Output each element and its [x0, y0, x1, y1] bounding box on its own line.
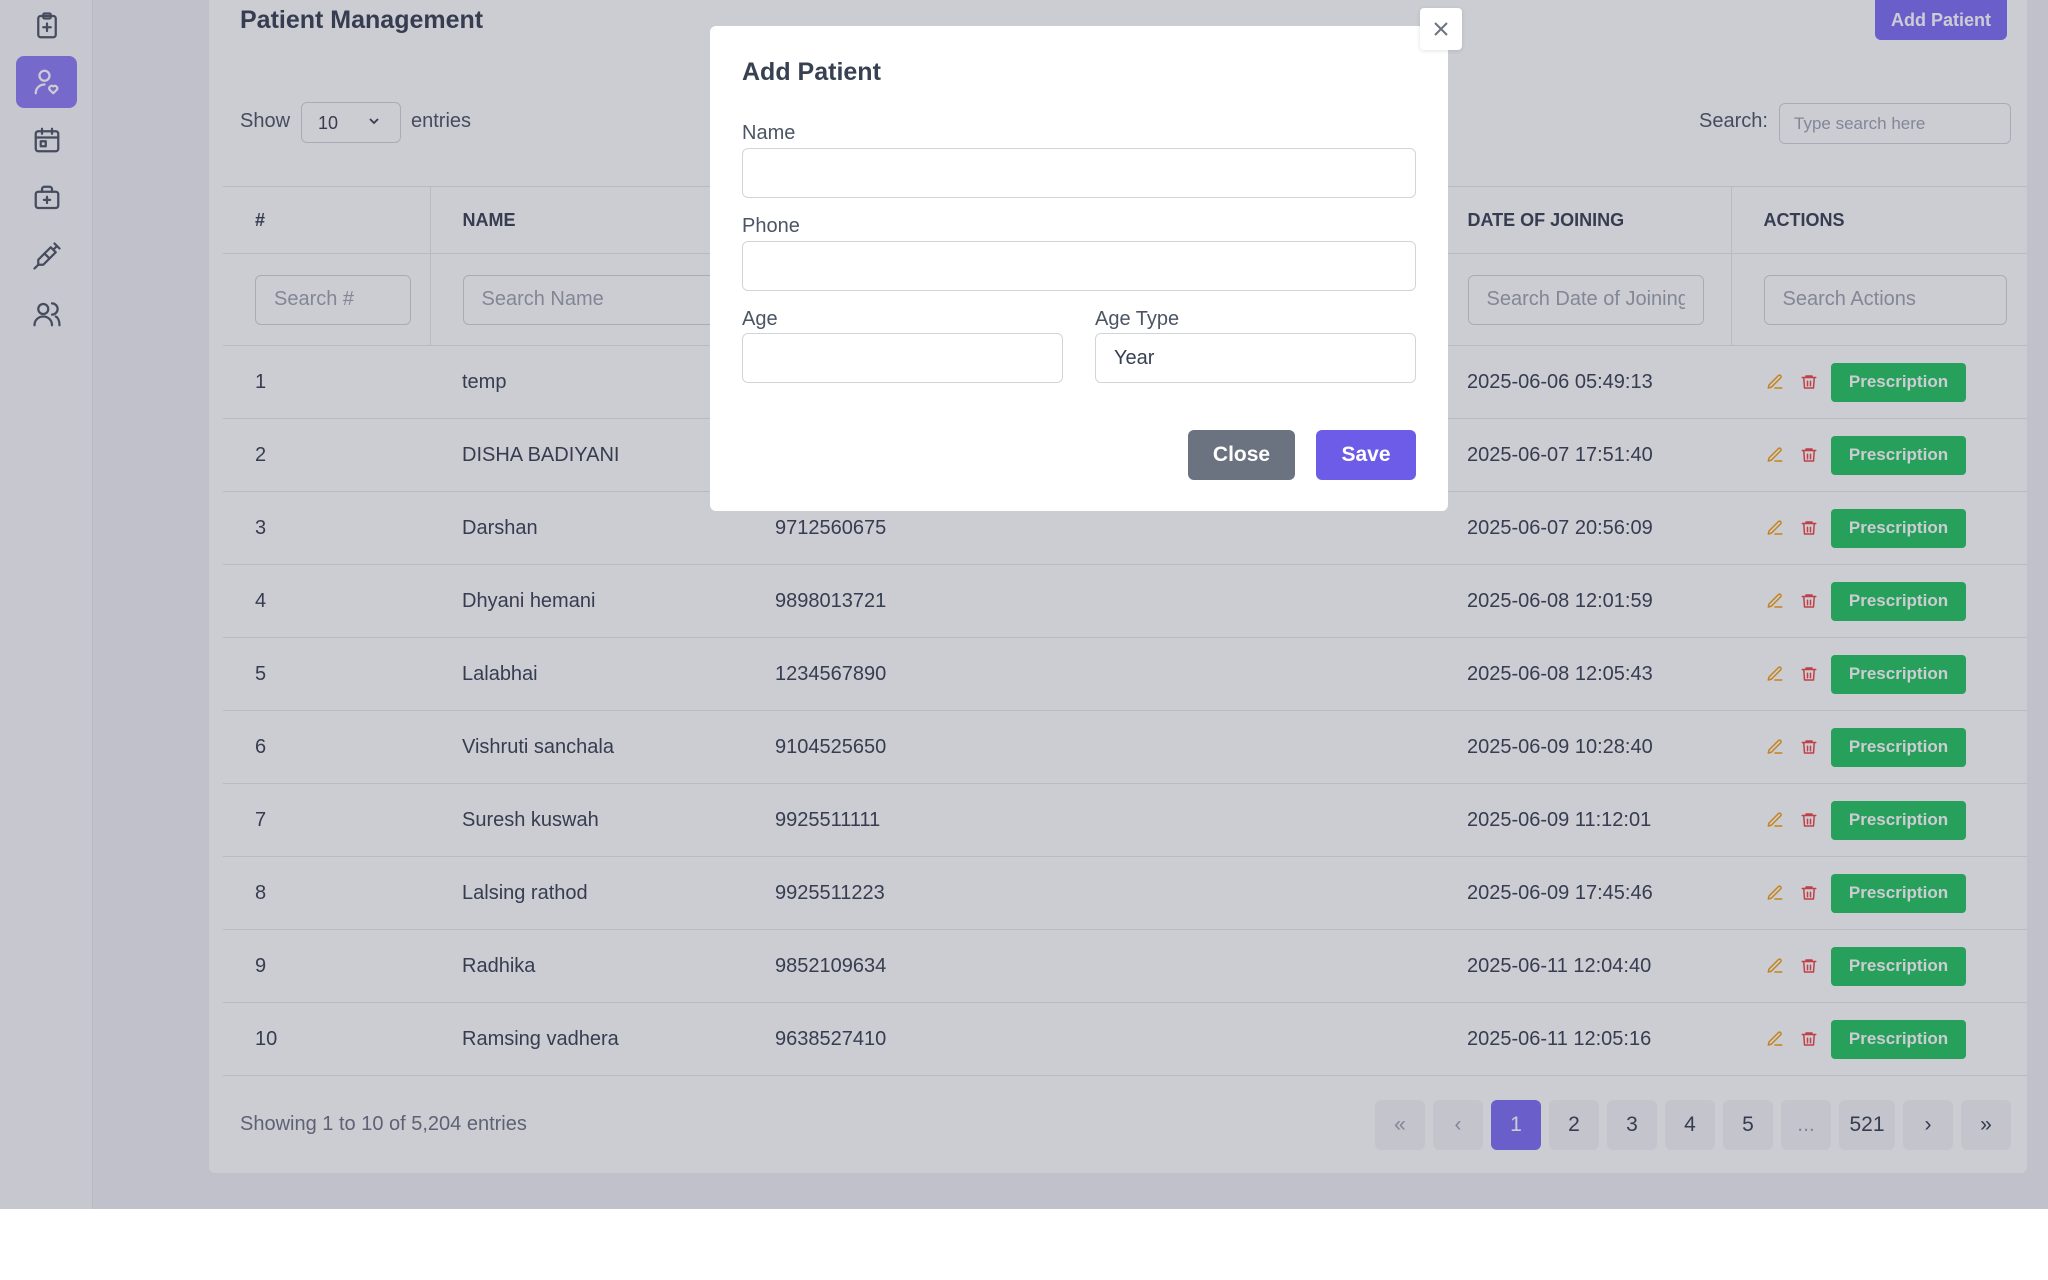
age-field[interactable] — [742, 333, 1063, 383]
add-patient-modal: Add Patient Name Phone Age Age Type Year… — [710, 26, 1448, 511]
age-label: Age — [742, 308, 778, 330]
age-type-value: Year — [1114, 346, 1155, 369]
save-button[interactable]: Save — [1316, 430, 1416, 480]
modal-close-button[interactable] — [1420, 8, 1462, 50]
close-icon — [1434, 22, 1448, 36]
name-label: Name — [742, 122, 796, 144]
phone-label: Phone — [742, 215, 800, 237]
age-type-label: Age Type — [1095, 308, 1180, 330]
app-root: Patient Management Add Patient Show 10 e… — [0, 0, 2048, 1209]
modal-title: Add Patient — [742, 58, 881, 86]
name-field[interactable] — [742, 148, 1416, 198]
close-button[interactable]: Close — [1188, 430, 1295, 480]
age-type-select[interactable]: Year — [1095, 333, 1416, 383]
phone-field[interactable] — [742, 241, 1416, 291]
